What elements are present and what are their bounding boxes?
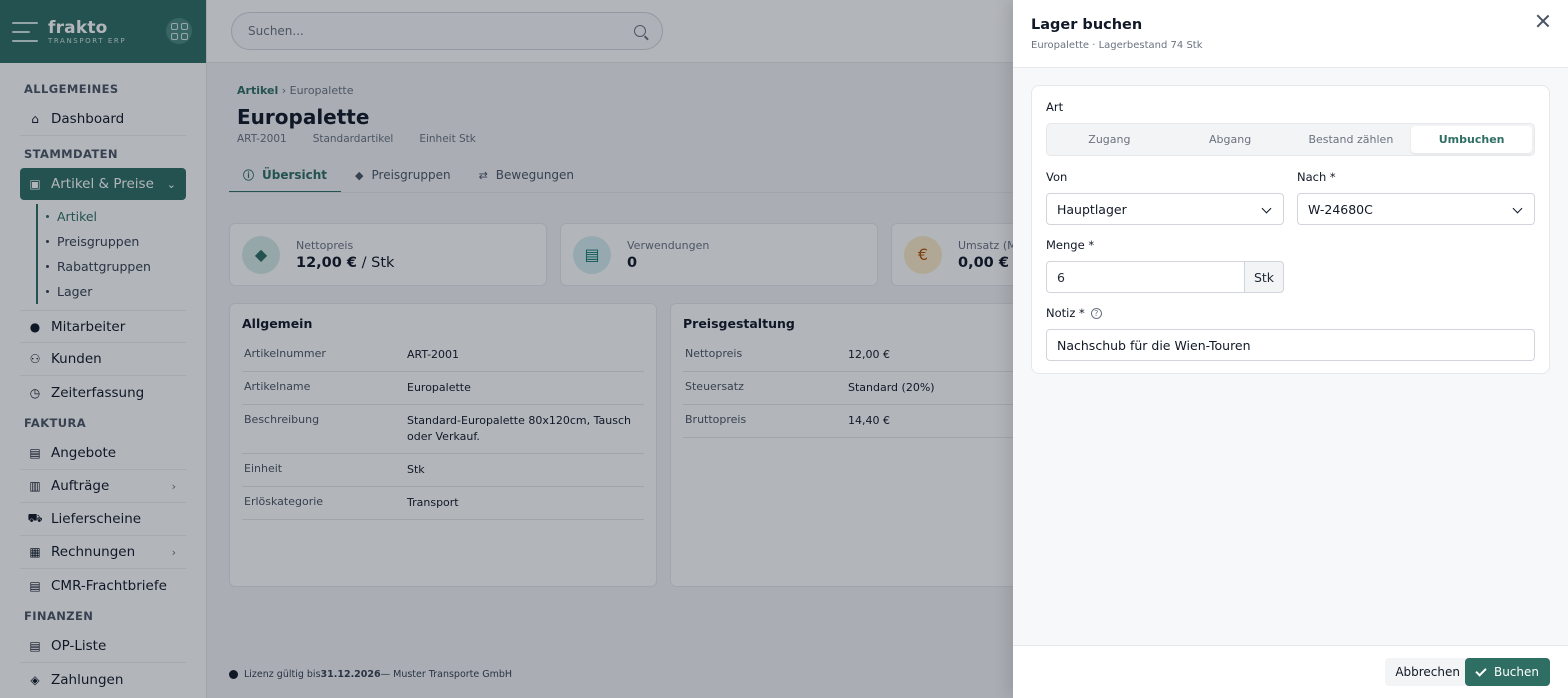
segment-outbound[interactable]: Abgang <box>1170 126 1291 153</box>
quantity-label: Menge * <box>1046 238 1095 252</box>
from-label: Von <box>1046 170 1068 184</box>
drawer-header: Lager buchen Europalette · Lagerbestand … <box>1013 0 1568 68</box>
drawer-footer: Abbrechen Buchen <box>1013 645 1568 698</box>
booking-form: Art Zugang Abgang Bestand zählen Umbuche… <box>1031 85 1550 374</box>
help-icon[interactable]: ? <box>1090 308 1102 319</box>
segment-inbound[interactable]: Zugang <box>1049 126 1170 153</box>
chevron-down-icon <box>1512 203 1523 214</box>
from-select-value: Hauptlager <box>1057 201 1127 217</box>
note-input[interactable]: Nachschub für die Wien-Touren <box>1046 329 1535 361</box>
cancel-button[interactable]: Abbrechen <box>1385 658 1470 686</box>
drawer-subtitle: Europalette · Lagerbestand 74 Stk <box>1031 40 1203 51</box>
to-label: Nach * <box>1297 170 1336 184</box>
type-label: Art <box>1046 100 1064 114</box>
close-icon[interactable] <box>1536 14 1550 28</box>
stock-booking-drawer: Lager buchen Europalette · Lagerbestand … <box>1013 0 1568 698</box>
quantity-field: 6 Stk <box>1046 261 1284 293</box>
note-label: Notiz * <box>1046 306 1085 320</box>
chevron-down-icon <box>1261 203 1272 214</box>
drawer-title: Lager buchen <box>1031 17 1143 33</box>
segment-count[interactable]: Bestand zählen <box>1291 126 1412 153</box>
quantity-input[interactable]: 6 <box>1046 261 1244 293</box>
to-select[interactable]: W-24680C <box>1297 193 1535 225</box>
submit-booking-button[interactable]: Buchen <box>1464 658 1550 686</box>
note-label-wrap: Notiz *? <box>1046 306 1102 320</box>
segment-transfer[interactable]: Umbuchen <box>1411 126 1532 153</box>
submit-label: Buchen <box>1493 665 1539 679</box>
from-select[interactable]: Hauptlager <box>1046 193 1284 225</box>
to-select-value: W-24680C <box>1308 201 1373 217</box>
quantity-unit: Stk <box>1244 261 1284 293</box>
check-icon <box>1475 664 1487 677</box>
booking-type-segmented: Zugang Abgang Bestand zählen Umbuchen <box>1046 123 1535 156</box>
